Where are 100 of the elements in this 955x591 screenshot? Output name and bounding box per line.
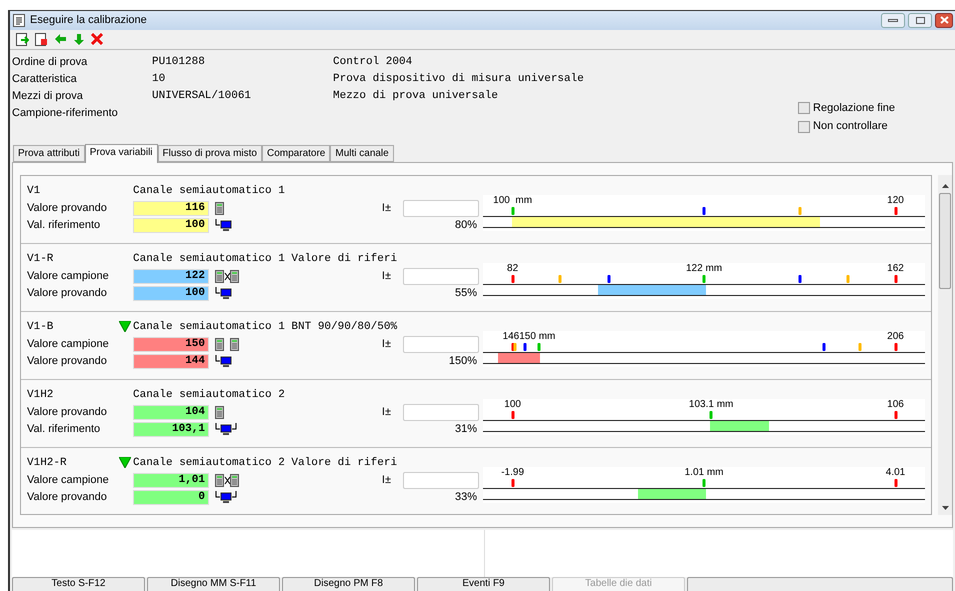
value-field: 100 <box>133 286 209 301</box>
checkbox-label: Regolazione fine <box>813 100 895 116</box>
value-field: 150 <box>133 336 209 352</box>
scale-label: 120 <box>887 194 904 206</box>
computer-link-icon <box>215 490 237 504</box>
percent-text: 80% <box>454 218 477 234</box>
computer-icon <box>215 286 232 300</box>
value-field: 116 <box>133 200 209 216</box>
scale-label: 162 <box>887 262 904 274</box>
tolerance-field[interactable] <box>402 268 479 285</box>
channel-id: V1H2 <box>27 388 54 403</box>
scale-label: 4.01 <box>886 466 906 478</box>
computer-icon <box>215 354 232 368</box>
channel-name: Canale semiautomatico 2 <box>133 388 285 403</box>
scroll-thumb[interactable] <box>939 192 952 289</box>
field-label: Valore provando <box>27 405 108 420</box>
tolerance-label: I± <box>382 473 391 488</box>
tolerance-field[interactable] <box>402 472 479 489</box>
tab[interactable]: Prova variabili <box>84 144 158 163</box>
scale-label: -1.99 <box>501 466 524 478</box>
field-label: Valore campione <box>27 337 110 352</box>
percent-text: 31% <box>454 422 477 438</box>
tab[interactable]: Prova attributi <box>13 144 85 162</box>
field-label: Val. riferimento <box>27 218 102 234</box>
value-field: 0 <box>133 490 209 505</box>
channel-id: V1-B <box>27 320 54 335</box>
checkbox[interactable] <box>798 102 810 114</box>
field-label: Valore campione <box>27 473 110 488</box>
document-icon <box>13 14 25 27</box>
channel-id: V1-R <box>27 252 54 267</box>
field-label: Valore provando <box>27 490 108 506</box>
tab[interactable]: Flusso di prova misto <box>158 144 262 162</box>
field-label: Caratteristica <box>11 72 78 88</box>
tab-button[interactable]: Eventi F9 <box>417 577 550 591</box>
value-field: 122 <box>133 268 209 284</box>
field-value: 10 <box>152 72 166 88</box>
left-arrow-icon[interactable] <box>54 33 67 46</box>
tab[interactable]: Comparatore <box>262 144 330 162</box>
tab[interactable]: Multi canale <box>330 144 394 162</box>
tolerance-field[interactable] <box>402 336 479 353</box>
tolerance-label: I± <box>382 269 391 284</box>
computer-icon <box>215 218 232 232</box>
field-description: Prova dispositivo di misura universale <box>333 72 584 88</box>
maximize-button[interactable] <box>908 12 932 28</box>
scale-label: 82 <box>507 262 518 274</box>
tolerance-field[interactable] <box>402 200 479 217</box>
field-label: Valore provando <box>27 354 108 370</box>
scale-label: 122 mm <box>686 262 722 274</box>
window-title: Eseguire la calibrazione <box>30 13 147 28</box>
calculator-icon <box>215 406 224 419</box>
scale-label: 100 <box>504 398 521 410</box>
calculator-icon <box>215 202 224 215</box>
field-value: PU101288 <box>152 55 206 70</box>
calculators-icon <box>215 338 239 351</box>
field-label: Campione-riferimento <box>11 106 119 122</box>
minimize-button[interactable] <box>881 12 905 28</box>
tab-button[interactable]: Testo S-F12 <box>12 577 145 591</box>
checkbox-label: Non controllare <box>813 119 888 134</box>
scrollbar[interactable] <box>938 174 952 515</box>
value-field: 103,1 <box>133 422 209 437</box>
document-delete-icon[interactable] <box>35 32 48 46</box>
tab-button[interactable]: Disegno PM F8 <box>282 577 415 591</box>
field-label: Valore campione <box>27 269 110 284</box>
tab-button[interactable]: Disegno MM S-F11 <box>147 577 280 591</box>
channel-name: Canale semiautomatico 1 <box>133 184 285 199</box>
tab-button[interactable] <box>687 577 953 591</box>
checkbox[interactable] <box>798 120 810 133</box>
field-description: Control 2004 <box>333 55 412 70</box>
value-field: 1,01 <box>133 472 209 488</box>
scale-label: 103.1 mm <box>688 398 734 410</box>
tolerance-label: I± <box>382 337 391 352</box>
close-button[interactable] <box>935 12 953 28</box>
channel-id: V1 <box>27 184 42 199</box>
calculators-cross-icon <box>215 474 239 487</box>
channel-name: Canale semiautomatico 1 BNT 90/90/80/50% <box>133 320 398 335</box>
down-arrow-icon[interactable] <box>73 32 85 46</box>
field-value: UNIVERSAL/10061 <box>152 89 252 104</box>
field-label: Mezzi di prova <box>11 89 84 104</box>
percent-text: 55% <box>454 286 477 302</box>
channel-id: V1H2-R <box>27 456 68 471</box>
scale-label: 100 mm <box>493 194 532 206</box>
scale-label: 106 <box>887 398 904 410</box>
value-field: 100 <box>133 218 209 233</box>
field-label: Valore provando <box>27 286 108 302</box>
calculators-cross-icon <box>215 270 239 283</box>
scale-label: 1.01 mm <box>684 466 724 478</box>
tolerance-label: I± <box>382 405 391 420</box>
close-icon <box>940 16 948 24</box>
field-description: Mezzo di prova universale <box>333 89 498 104</box>
scale-label: 146150 mm <box>502 330 556 342</box>
scale-label: 206 <box>887 330 904 342</box>
close-icon[interactable] <box>91 33 103 46</box>
tolerance-label: I± <box>382 201 391 216</box>
field-label: Val. riferimento <box>27 422 102 438</box>
channel-name: Canale semiautomatico 1 Valore di riferi <box>133 252 398 267</box>
channel-name: Canale semiautomatico 2 Valore di riferi <box>133 456 398 471</box>
field-label: Ordine di prova <box>11 55 88 70</box>
value-field: 144 <box>133 354 209 369</box>
percent-text: 150% <box>448 354 477 370</box>
tolerance-field[interactable] <box>402 404 479 421</box>
